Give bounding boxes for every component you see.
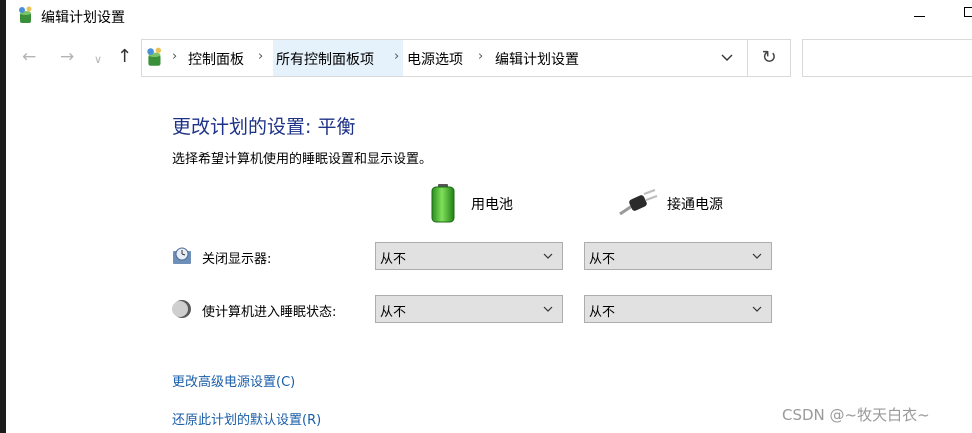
- display-clock-icon: [173, 247, 191, 264]
- forward-button[interactable]: →: [60, 47, 74, 67]
- chevron-down-icon[interactable]: [720, 50, 734, 64]
- restore-defaults-link[interactable]: 还原此计划的默认设置(R): [172, 409, 321, 428]
- chevron-down-icon: [752, 306, 762, 312]
- title-bar: 编辑计划设置: [6, 0, 972, 32]
- display-off-battery-select[interactable]: 从不: [375, 242, 563, 270]
- sleep-label: 使计算机进入睡眠状态:: [202, 305, 337, 320]
- minimize-button[interactable]: [914, 6, 926, 18]
- maximize-button[interactable]: [964, 7, 972, 17]
- breadcrumb-power-options[interactable]: 电源选项: [407, 49, 463, 69]
- refresh-icon[interactable]: ↻: [754, 47, 784, 69]
- back-button[interactable]: ←: [22, 47, 36, 67]
- control-panel-icon: [19, 6, 32, 23]
- page-title: 更改计划的设置: 平衡: [172, 116, 356, 138]
- sleep-moon-icon: [172, 300, 191, 318]
- sleep-battery-select[interactable]: 从不: [375, 295, 563, 323]
- sleep-plugged-select[interactable]: 从不: [584, 295, 772, 323]
- column-header-plugged-in: 接通电源: [667, 197, 723, 213]
- breadcrumb-edit-plan[interactable]: 编辑计划设置: [495, 49, 579, 69]
- chevron-right-icon[interactable]: ›: [478, 49, 483, 64]
- up-button[interactable]: ↑: [117, 46, 132, 67]
- chevron-right-icon[interactable]: ›: [172, 49, 177, 64]
- power-plug-icon: [619, 189, 658, 216]
- window-title: 编辑计划设置: [41, 10, 125, 26]
- advanced-power-settings-link[interactable]: 更改高级电源设置(C): [172, 371, 295, 390]
- display-off-plugged-select[interactable]: 从不: [584, 242, 772, 270]
- column-header-battery: 用电池: [471, 197, 513, 213]
- display-off-label: 关闭显示器:: [202, 252, 272, 267]
- chevron-down-icon: [543, 306, 553, 312]
- breadcrumb-control-panel[interactable]: 控制面板: [188, 49, 244, 69]
- chevron-down-icon: [543, 253, 553, 259]
- page-subtitle: 选择希望计算机使用的睡眠设置和显示设置。: [172, 152, 433, 167]
- chevron-right-icon[interactable]: ›: [394, 49, 399, 64]
- chevron-right-icon[interactable]: ›: [258, 49, 263, 64]
- control-panel-icon: [147, 47, 162, 66]
- battery-icon: [431, 184, 455, 223]
- breadcrumb-all-items[interactable]: 所有控制面板项: [276, 49, 374, 69]
- address-bar[interactable]: › 控制面板 › 所有控制面板项 › 电源选项 › 编辑计划设置 ↻: [141, 39, 791, 77]
- divider: [747, 40, 748, 76]
- recent-locations-button[interactable]: ∨: [94, 53, 102, 66]
- window-edge: [0, 0, 6, 433]
- search-input[interactable]: [802, 39, 972, 77]
- chevron-down-icon: [752, 253, 762, 259]
- watermark: CSDN @~牧天白衣~: [782, 406, 930, 424]
